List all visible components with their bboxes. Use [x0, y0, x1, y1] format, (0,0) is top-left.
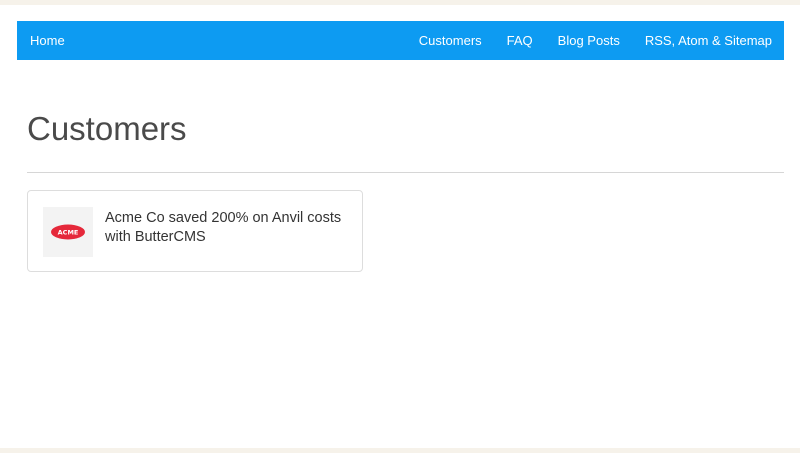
nav-rss-atom-sitemap-link[interactable]: RSS, Atom & Sitemap: [645, 33, 772, 48]
nav-links: Customers FAQ Blog Posts RSS, Atom & Sit…: [419, 33, 772, 48]
title-divider: [27, 172, 784, 173]
customer-card[interactable]: ACME Acme Co saved 200% on Anvil costs w…: [27, 190, 363, 272]
acme-logo: ACME: [43, 207, 93, 257]
page: Home Customers FAQ Blog Posts RSS, Atom …: [0, 5, 800, 448]
nav-faq-link[interactable]: FAQ: [507, 33, 533, 48]
page-title: Customers: [27, 110, 187, 147]
nav-home-link[interactable]: Home: [30, 33, 65, 48]
acme-logo-icon: ACME: [51, 224, 85, 240]
acme-logo-text: ACME: [58, 229, 79, 237]
nav-blog-posts-link[interactable]: Blog Posts: [558, 33, 620, 48]
top-navbar: Home Customers FAQ Blog Posts RSS, Atom …: [17, 21, 784, 60]
nav-customers-link[interactable]: Customers: [419, 33, 482, 48]
customer-card-headline[interactable]: Acme Co saved 200% on Anvil costs with B…: [105, 209, 348, 247]
